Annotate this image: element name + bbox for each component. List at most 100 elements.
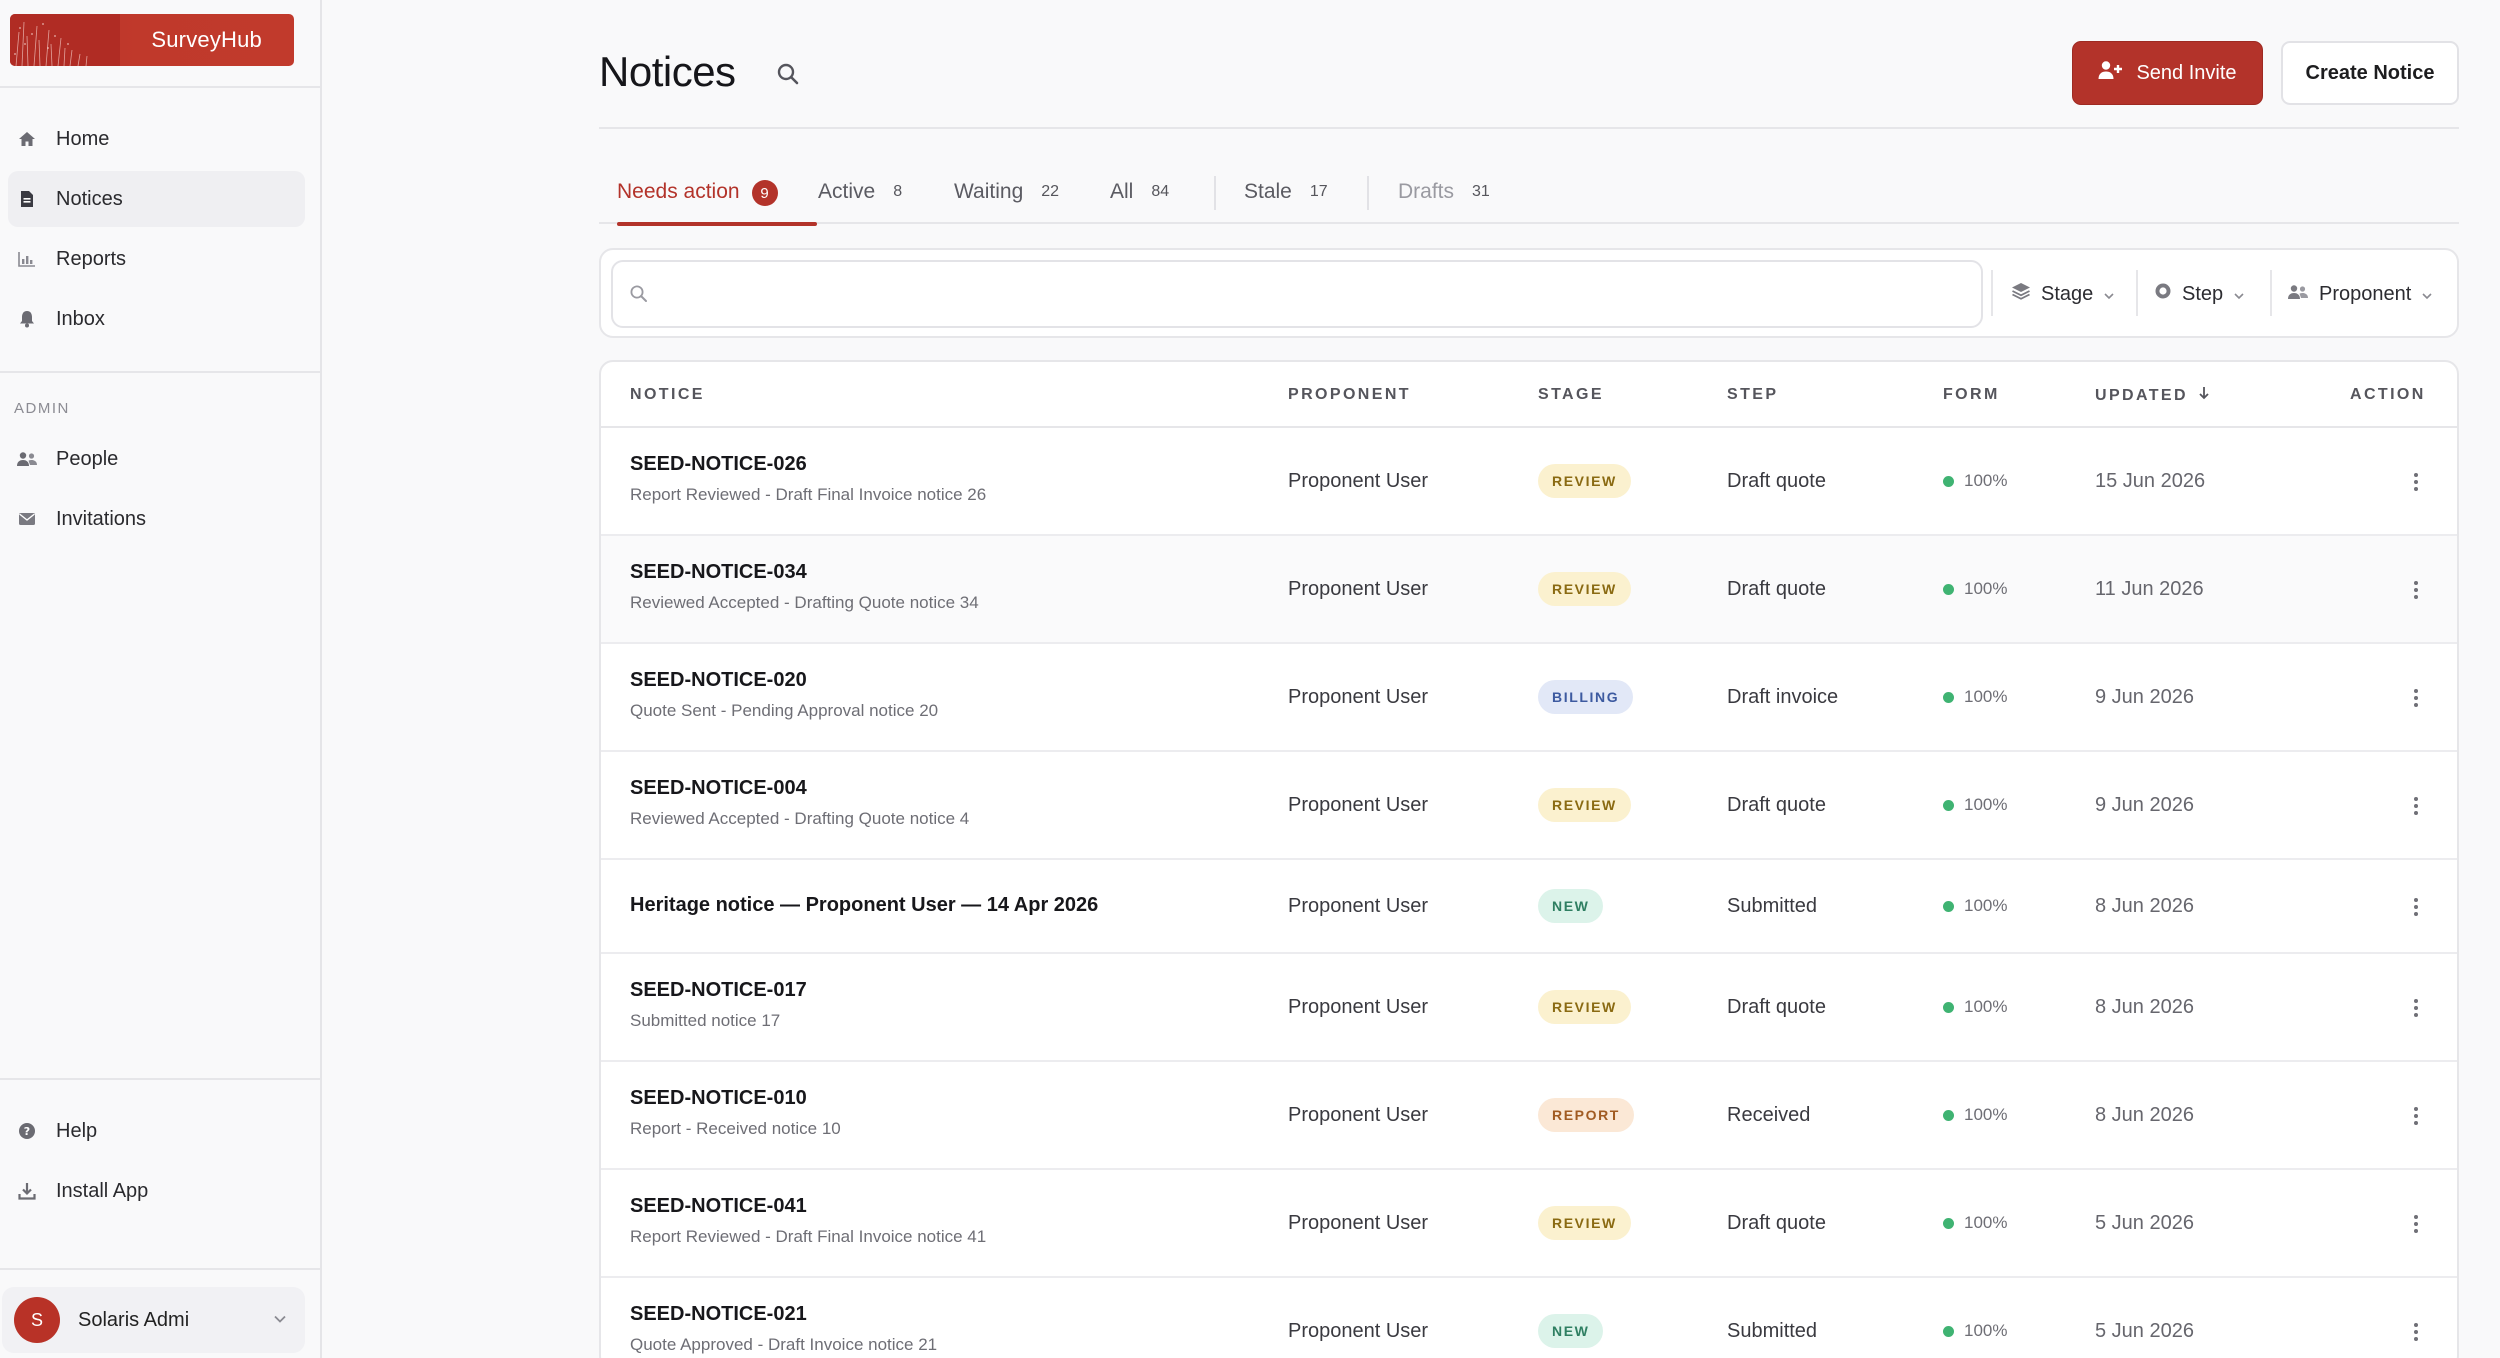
notice-cell: SEED-NOTICE-026 Report Reviewed - Draft F… (630, 453, 986, 505)
notice-id[interactable]: SEED-NOTICE-041 (630, 1195, 986, 1218)
sidebar-item-invitations[interactable]: Invitations (8, 491, 305, 547)
admin-section-heading: ADMIN (14, 400, 70, 417)
table-row[interactable]: Heritage notice — Proponent User — 14 Ap… (601, 860, 2457, 954)
people-icon (16, 448, 38, 470)
sidebar-item-home[interactable]: Home (8, 111, 305, 167)
stage-cell: REVIEW (1538, 1206, 1631, 1240)
table-row[interactable]: SEED-NOTICE-020 Quote Sent - Pending Appr… (601, 644, 2457, 752)
form-cell: 100% (1943, 471, 2007, 491)
status-dot (1943, 1325, 1954, 1337)
download-icon (16, 1180, 38, 1202)
more-actions-icon[interactable] (2412, 999, 2420, 1017)
more-actions-icon[interactable] (2412, 581, 2420, 599)
notice-subtitle: Report Reviewed - Draft Final Invoice no… (630, 1227, 987, 1246)
tab-label: Needs action (617, 180, 740, 203)
sidebar-item-inbox[interactable]: Inbox (8, 291, 305, 347)
sidebar-divider (0, 1268, 320, 1270)
column-header-notice[interactable]: NOTICE (630, 386, 705, 404)
search-field[interactable] (611, 260, 1983, 328)
form-cell: 100% (1943, 997, 2007, 1017)
updated-cell: 11 Jun 2026 (2095, 578, 2204, 600)
table-row[interactable]: SEED-NOTICE-041 Report Reviewed - Draft F… (601, 1170, 2457, 1278)
tab-count: 8 (893, 183, 903, 200)
sidebar-item-reports[interactable]: Reports (8, 231, 305, 287)
search-input[interactable] (657, 262, 1967, 326)
more-actions-icon[interactable] (2412, 1107, 2420, 1125)
tab-label: All (1110, 180, 1134, 203)
more-actions-icon[interactable] (2412, 898, 2420, 916)
create-notice-button[interactable]: Create Notice (2281, 41, 2459, 105)
table-row[interactable]: SEED-NOTICE-026 Report Reviewed - Draft F… (601, 428, 2457, 536)
form-progress: 100% (1964, 579, 2008, 598)
tab-separator (1367, 176, 1369, 210)
form-progress: 100% (1964, 896, 2008, 915)
user-menu[interactable]: S Solaris Admi (2, 1287, 305, 1353)
svg-text:?: ? (24, 1125, 30, 1138)
sidebar-item-people[interactable]: People (8, 431, 305, 487)
notice-id[interactable]: Heritage notice — Proponent User — 14 Ap… (630, 894, 1098, 917)
notice-cell: Heritage notice — Proponent User — 14 Ap… (630, 894, 1098, 917)
notice-cell: SEED-NOTICE-034 Reviewed Accepted - Draft… (630, 561, 979, 613)
more-actions-icon[interactable] (2412, 1215, 2420, 1233)
more-actions-icon[interactable] (2412, 797, 2420, 815)
notice-id[interactable]: SEED-NOTICE-020 (630, 669, 938, 692)
column-header-step[interactable]: STEP (1727, 386, 1778, 404)
sidebar-item-label: People (56, 447, 119, 470)
table-row[interactable]: SEED-NOTICE-034 Reviewed Accepted - Draft… (601, 536, 2457, 644)
user-plus-icon (2098, 60, 2124, 86)
notice-id[interactable]: SEED-NOTICE-034 (630, 561, 979, 584)
tab-waiting[interactable]: Waiting 22 (954, 170, 1065, 224)
updated-cell: 8 Jun 2026 (2095, 996, 2194, 1018)
step-cell: Submitted (1727, 895, 1818, 917)
notice-id[interactable]: SEED-NOTICE-026 (630, 453, 986, 476)
tab-active[interactable]: Active 8 (818, 170, 908, 224)
form-progress: 100% (1964, 1321, 2008, 1340)
step-filter-label: Step (2182, 282, 2224, 305)
notice-id[interactable]: SEED-NOTICE-017 (630, 979, 807, 1002)
notice-cell: SEED-NOTICE-004 Reviewed Accepted - Draft… (630, 777, 969, 829)
step-cell: Draft quote (1727, 794, 1826, 816)
stage-filter[interactable]: Stage (2011, 274, 2115, 314)
sidebar-item-notices[interactable]: Notices (8, 171, 305, 227)
table-row[interactable]: SEED-NOTICE-021 Quote Approved - Draft In… (601, 1278, 2457, 1358)
tab-all[interactable]: All 84 (1110, 170, 1175, 224)
tab-label: Active (818, 180, 876, 203)
sidebar-item-install-app[interactable]: Install App (8, 1163, 305, 1219)
column-header-updated[interactable]: UPDATED (2095, 386, 2210, 405)
send-invite-button[interactable]: Send Invite (2072, 41, 2263, 105)
app-logo[interactable]: SurveyHub (10, 14, 294, 66)
more-actions-icon[interactable] (2412, 1323, 2420, 1341)
notice-id[interactable]: SEED-NOTICE-010 (630, 1087, 841, 1110)
sidebar-item-help[interactable]: ? Help (8, 1103, 305, 1159)
column-header-proponent[interactable]: PROPONENT (1288, 386, 1411, 404)
step-filter[interactable]: Step (2154, 274, 2245, 314)
more-actions-icon[interactable] (2412, 473, 2420, 491)
search-icon[interactable] (776, 62, 800, 91)
status-dot (1943, 799, 1954, 811)
status-badge: REVIEW (1538, 990, 1631, 1024)
status-dot (1943, 1001, 1954, 1013)
notice-id[interactable]: SEED-NOTICE-021 (630, 1303, 937, 1326)
table-row[interactable]: SEED-NOTICE-004 Reviewed Accepted - Draft… (601, 752, 2457, 860)
tab-stale[interactable]: Stale 17 (1244, 170, 1334, 224)
send-invite-label: Send Invite (2136, 61, 2237, 84)
table-header: NOTICE PROPONENT STAGE STEP FORM UPDATED… (601, 362, 2457, 428)
sidebar: SurveyHub Home Notices Reports Inbox ADM… (0, 0, 322, 1358)
step-cell: Received (1727, 1104, 1811, 1126)
table-row[interactable]: SEED-NOTICE-010 Report - Received notice … (601, 1062, 2457, 1170)
layers-icon (2011, 282, 2031, 306)
tab-needs-action[interactable]: Needs action 9 (617, 170, 817, 226)
status-badge: NEW (1538, 889, 1604, 923)
tab-drafts[interactable]: Drafts 31 (1398, 170, 1496, 224)
form-cell: 100% (1943, 579, 2007, 599)
status-badge: REVIEW (1538, 1206, 1631, 1240)
tab-count: 9 (751, 180, 778, 206)
proponent-filter[interactable]: Proponent (2287, 274, 2433, 314)
notice-id[interactable]: SEED-NOTICE-004 (630, 777, 969, 800)
proponent-cell: Proponent User (1288, 578, 1429, 600)
table-row[interactable]: SEED-NOTICE-017 Submitted notice 17 Propon… (601, 954, 2457, 1062)
more-actions-icon[interactable] (2412, 689, 2420, 707)
column-header-form[interactable]: FORM (1943, 386, 2000, 404)
search-icon (629, 284, 649, 309)
column-header-stage[interactable]: STAGE (1538, 386, 1604, 404)
